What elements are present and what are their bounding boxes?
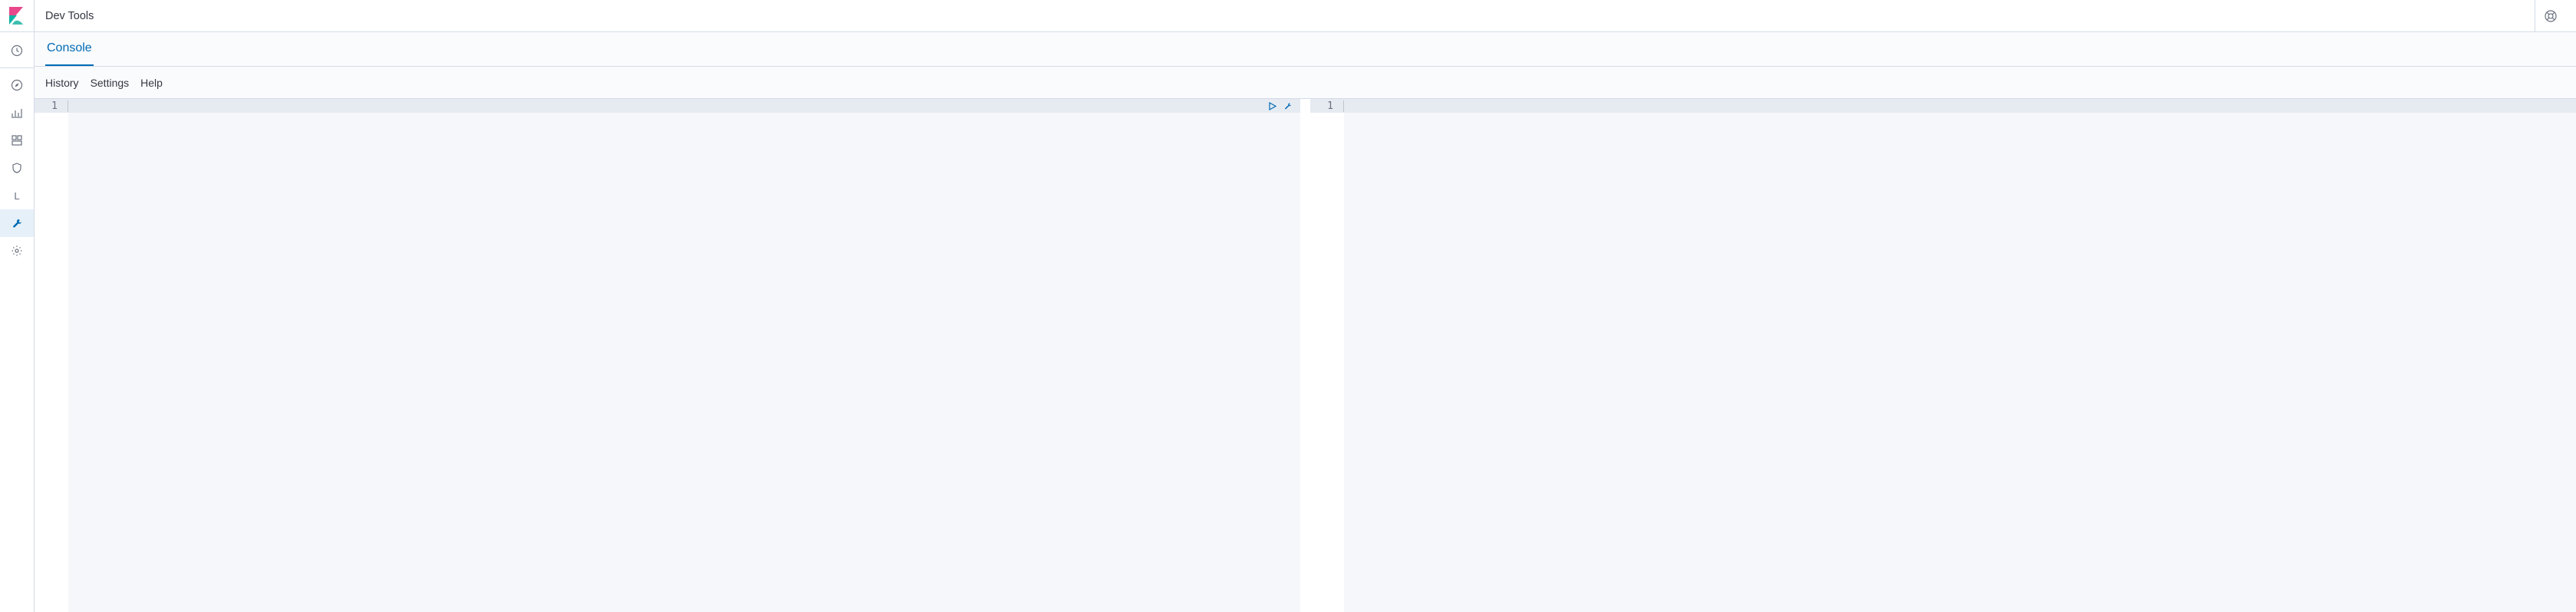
help-button[interactable]: Help [140,77,163,89]
sidebar-item-recently-viewed[interactable] [0,37,34,64]
main: Dev Tools Console History Settings Help … [35,0,2576,612]
editor-actions [1266,100,1294,112]
compass-icon [11,79,23,91]
play-icon [1267,101,1277,111]
gutter-line-number: 1 [1310,100,1344,112]
editors-container: 1 [35,99,2576,612]
editor-body[interactable] [35,113,1300,612]
sidebar-item-visualize[interactable] [0,99,34,127]
sidebar: L [0,0,35,612]
editor-first-line: 1 [1310,99,2576,113]
kibana-logo[interactable] [0,0,35,32]
clock-icon [11,44,23,57]
account-menu-button[interactable] [2535,0,2565,32]
request-editor-textarea[interactable] [68,113,1300,612]
response-editor: 1 [1310,99,2576,612]
sidebar-item-custom[interactable]: L [0,182,34,209]
options-button[interactable] [1282,100,1294,112]
wrench-small-icon [1283,101,1294,111]
editor-splitter[interactable] [1301,99,1310,612]
kibana-logo-icon [8,6,25,26]
sidebar-divider [0,67,34,68]
tab-console[interactable]: Console [45,32,94,66]
sidebar-item-devtools[interactable] [0,209,34,237]
response-editor-textarea [1344,113,2576,612]
gutter [35,113,68,612]
gutter [1310,113,1344,612]
sidebar-item-discover[interactable] [0,71,34,99]
wrench-icon [11,217,23,229]
chart-icon [11,107,23,119]
console-toolbar: History Settings Help [35,67,2576,99]
gutter-line-number: 1 [35,100,68,112]
shield-icon [11,162,23,174]
page-title: Dev Tools [45,10,2535,22]
editor-first-line: 1 [35,99,1300,113]
settings-button[interactable]: Settings [91,77,130,89]
sidebar-item-canvas[interactable] [0,154,34,182]
gear-icon [11,245,23,257]
tab-label: Console [47,41,92,55]
editor-body [1310,113,2576,612]
history-button[interactable]: History [45,77,79,89]
lifebuoy-icon [2544,9,2558,23]
header: Dev Tools [35,0,2576,32]
send-request-button[interactable] [1266,100,1278,112]
tab-bar: Console [35,32,2576,67]
sidebar-item-management[interactable] [0,237,34,265]
dashboard-icon [11,134,23,146]
request-editor[interactable]: 1 [35,99,1301,612]
letter-icon: L [10,189,24,202]
sidebar-item-dashboard[interactable] [0,127,34,154]
